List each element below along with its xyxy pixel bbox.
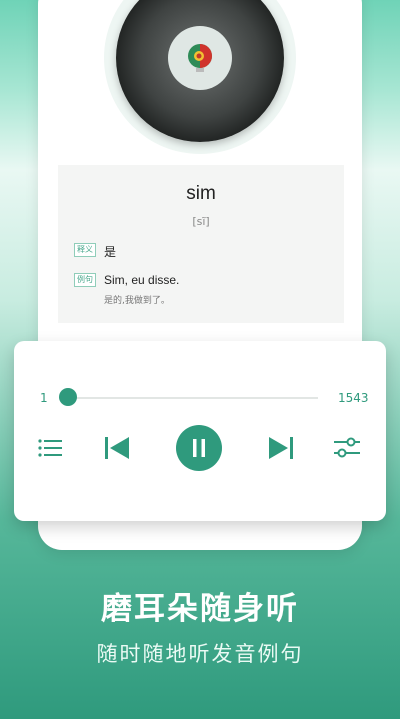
example-sentence: Sim, eu disse. <box>104 273 180 287</box>
audio-player: 1 1543 <box>14 341 386 521</box>
next-button[interactable] <box>266 435 296 461</box>
progress-thumb[interactable] <box>59 388 77 406</box>
meaning-tag: 释义 <box>74 243 96 257</box>
total-count: 1543 <box>338 391 369 405</box>
playlist-button[interactable] <box>36 435 64 461</box>
next-icon <box>269 437 293 459</box>
word-card: sim [sĩ] 释义 是 例句 Sim, eu disse. 是的,我做到了。 <box>58 165 344 323</box>
progress-track[interactable] <box>70 397 318 399</box>
example-tag: 例句 <box>74 273 96 287</box>
phonetic-text: [sĩ] <box>192 215 210 228</box>
meaning-text: 是 <box>104 245 117 259</box>
list-icon <box>38 439 62 457</box>
promo-title: 磨耳朵随身听 <box>101 591 299 627</box>
promo-subtitle: 随时随地听发音例句 <box>96 642 304 666</box>
pause-icon <box>193 439 205 457</box>
pause-button[interactable] <box>176 425 222 471</box>
current-index: 1 <box>40 391 48 405</box>
previous-button[interactable] <box>102 435 132 461</box>
previous-icon <box>105 437 129 459</box>
word-text: sim <box>186 183 216 204</box>
settings-sliders-icon <box>334 437 360 458</box>
example-translation: 是的,我做到了。 <box>104 296 170 306</box>
settings-button[interactable] <box>332 435 362 461</box>
disc-label <box>168 26 232 90</box>
portugal-flag-icon <box>188 44 212 72</box>
